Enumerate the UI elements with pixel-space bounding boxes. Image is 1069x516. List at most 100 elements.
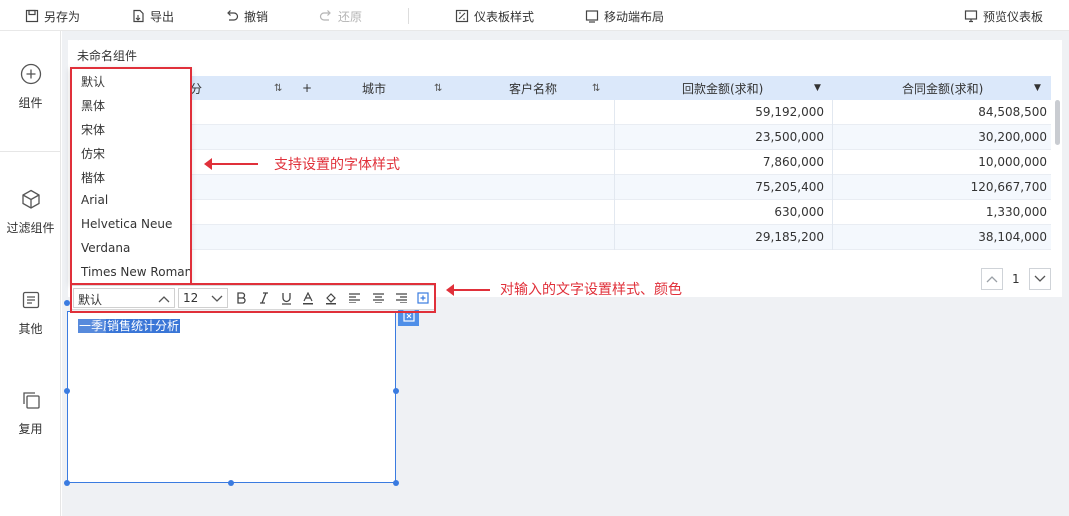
font-option[interactable]: Verdana	[81, 241, 130, 255]
resize-handle[interactable]	[64, 388, 70, 394]
font-styles-annotation: 支持设置的字体样式	[274, 157, 400, 173]
underline-icon	[281, 292, 291, 305]
font-family-dropdown: 默认 黑体 宋体 仿宋 楷体 Arial Helvetica Neue Verd…	[70, 67, 192, 284]
header-contract-amount[interactable]: 合同金额(求和)	[902, 76, 983, 100]
mobile-layout-icon	[585, 10, 599, 23]
text-widget[interactable]	[67, 311, 396, 483]
sidebar-item-label: 其他	[18, 322, 43, 336]
italic-button[interactable]	[255, 289, 273, 307]
font-color-icon	[303, 291, 313, 304]
fill-color-button[interactable]	[322, 289, 340, 307]
selected-text[interactable]: 销售统计分析	[106, 319, 181, 333]
sidebar-item-reuse[interactable]: 复用	[0, 389, 61, 437]
cell-received: 23,500,000	[614, 125, 828, 150]
bold-button[interactable]	[232, 289, 250, 307]
table-row[interactable]: 29,185,200 38,104,000	[70, 225, 1051, 250]
redo-label: 还原	[338, 9, 363, 24]
font-option[interactable]: Helvetica Neue	[81, 217, 172, 231]
font-option[interactable]: Times New Roman	[81, 265, 192, 279]
redo-button[interactable]: 还原	[319, 7, 362, 25]
underline-button[interactable]	[277, 289, 295, 307]
mobile-layout-label: 移动端布局	[604, 9, 665, 24]
resize-handle[interactable]	[64, 480, 70, 486]
page-number: 1	[1012, 272, 1020, 286]
dashboard-style-icon	[455, 9, 469, 23]
header-partial-col[interactable]: 分	[190, 76, 202, 100]
font-option[interactable]: 宋体	[81, 121, 105, 138]
cube-icon	[21, 189, 40, 209]
add-column-button[interactable]: +	[302, 76, 312, 100]
table-row[interactable]: 75,205,400 120,667,700	[70, 175, 1051, 200]
page-prev-button[interactable]	[981, 268, 1003, 290]
insert-param-button[interactable]	[414, 289, 432, 307]
left-sidebar: 组件 过滤组件 其他 复用	[0, 31, 61, 516]
sort-icon[interactable]: ⇅	[274, 76, 282, 100]
page-next-button[interactable]	[1029, 268, 1051, 290]
table-row[interactable]: 23,500,000 30,200,000	[70, 125, 1051, 150]
cell-contract: 1,330,000	[832, 200, 1051, 225]
dropdown-caret-icon[interactable]: ▼	[1034, 76, 1041, 100]
undo-icon	[227, 10, 239, 21]
bold-icon	[236, 292, 246, 304]
font-option[interactable]: 仿宋	[81, 145, 105, 162]
cell-received: 75,205,400	[614, 175, 828, 200]
resize-handle[interactable]	[228, 480, 234, 486]
export-button[interactable]: 导出	[131, 7, 174, 25]
paint-bucket-icon	[326, 292, 336, 304]
cell-received: 29,185,200	[614, 225, 828, 250]
table-row[interactable]: 59,192,000 84,508,500	[70, 100, 1051, 125]
align-left-icon	[348, 293, 360, 303]
cell-contract: 38,104,000	[832, 225, 1051, 250]
sidebar-item-label: 组件	[18, 96, 43, 110]
font-option[interactable]: Arial	[81, 193, 108, 207]
cell-received: 7,860,000	[614, 150, 828, 175]
undo-label: 撤销	[244, 9, 269, 24]
align-center-button[interactable]	[369, 289, 387, 307]
chevron-down-icon	[211, 295, 223, 302]
arrow-left-icon	[204, 158, 258, 170]
sort-icon[interactable]: ⇅	[592, 76, 600, 100]
save-as-button[interactable]: 另存为	[25, 7, 80, 25]
undo-button[interactable]: 撤销	[225, 7, 268, 25]
cell-contract: 84,508,500	[832, 100, 1051, 125]
mobile-layout-button[interactable]: 移动端布局	[585, 7, 664, 25]
sidebar-divider	[0, 151, 61, 152]
arrow-left-icon	[446, 284, 490, 296]
dropdown-caret-icon[interactable]: ▼	[814, 76, 821, 100]
cell-received: 59,192,000	[614, 100, 828, 125]
table-header: 分 ⇅ + 城市 ⇅ 客户名称 ⇅ 回款金额(求和) ▼ 合同金额(求和) ▼	[70, 76, 1051, 100]
align-left-button[interactable]	[345, 289, 363, 307]
table-row[interactable]: 630,000 1,330,000	[70, 200, 1051, 225]
sidebar-item-others[interactable]: 其他	[0, 289, 61, 337]
chevron-down-icon	[1034, 275, 1046, 282]
font-option[interactable]: 黑体	[81, 97, 105, 114]
font-option[interactable]: 默认	[81, 73, 105, 90]
redo-icon	[319, 10, 331, 21]
header-customer[interactable]: 客户名称	[509, 76, 557, 100]
header-received-amount[interactable]: 回款金额(求和)	[682, 76, 763, 100]
sort-icon[interactable]: ⇅	[434, 76, 442, 100]
copy-icon	[22, 392, 40, 409]
toolbar-divider	[408, 8, 409, 24]
export-label: 导出	[150, 9, 175, 24]
table-scrollbar[interactable]	[1055, 100, 1060, 145]
font-size-select[interactable]: 12	[178, 288, 228, 308]
font-option[interactable]: 楷体	[81, 169, 105, 186]
cell-received: 630,000	[614, 200, 828, 225]
monitor-icon	[964, 10, 978, 23]
resize-handle[interactable]	[393, 388, 399, 394]
resize-handle[interactable]	[393, 480, 399, 486]
header-city[interactable]: 城市	[362, 76, 386, 100]
preview-dashboard-button[interactable]: 预览仪表板	[964, 7, 1043, 25]
document-icon	[22, 291, 39, 309]
save-icon	[25, 9, 39, 23]
align-right-button[interactable]	[392, 289, 410, 307]
font-family-select[interactable]: 默认	[73, 288, 175, 308]
dashboard-style-label: 仪表板样式	[474, 9, 535, 24]
font-color-button[interactable]	[299, 289, 317, 307]
sidebar-item-label: 复用	[18, 422, 43, 436]
dashboard-style-button[interactable]: 仪表板样式	[455, 7, 534, 25]
widget-title: 未命名组件	[77, 49, 138, 63]
sidebar-item-filter[interactable]: 过滤组件	[0, 188, 61, 236]
sidebar-item-components[interactable]: 组件	[0, 63, 61, 111]
